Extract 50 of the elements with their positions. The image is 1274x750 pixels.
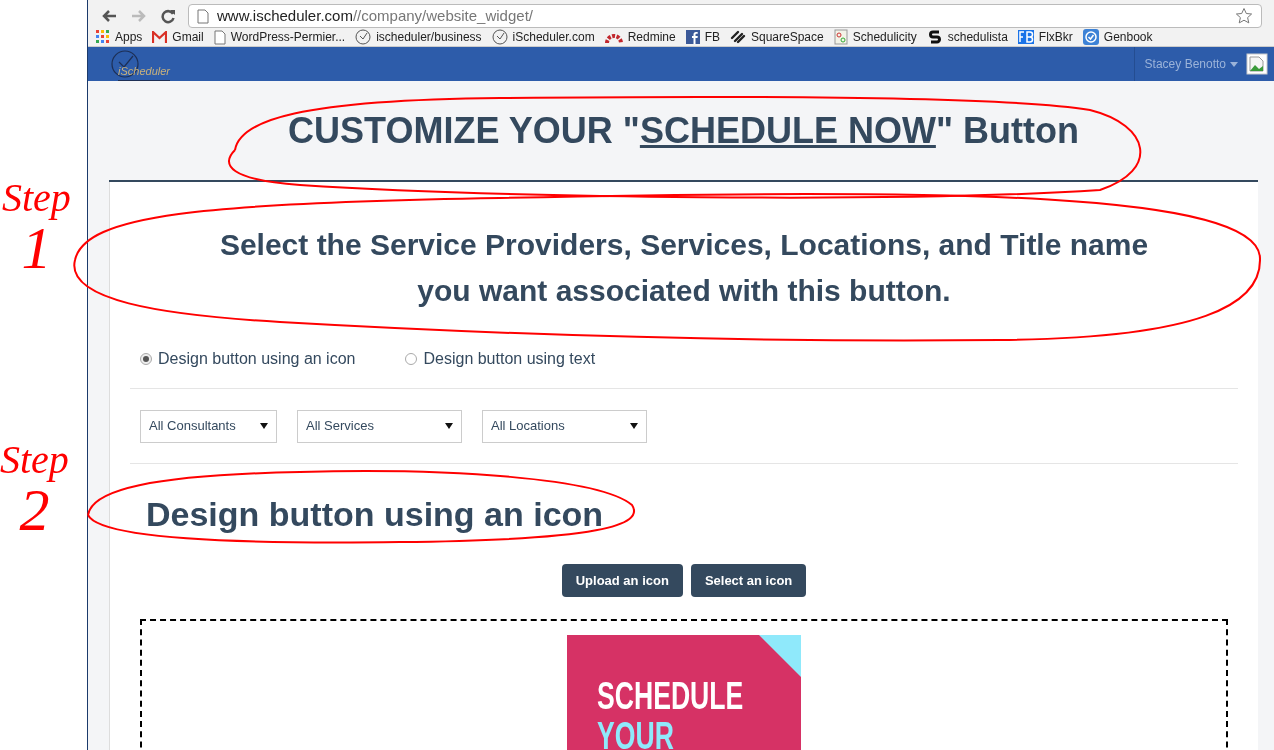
section-heading: Design button using an icon <box>146 494 604 535</box>
back-icon[interactable] <box>100 8 118 24</box>
bookmark-link[interactable]: Apps <box>96 28 143 46</box>
bookmark-link[interactable]: Genbook <box>1082 28 1153 46</box>
bookmark-link[interactable]: ischeduler/business <box>355 28 482 46</box>
apps-grid-icon <box>96 30 110 44</box>
dropdown-arrow-icon <box>260 423 268 429</box>
broken-image-icon <box>1246 53 1268 75</box>
clock-icon <box>491 29 508 45</box>
check-icon <box>1082 29 1099 45</box>
star-icon[interactable] <box>1235 7 1253 25</box>
schedule-now-link[interactable]: SCHEDULE NOW <box>639 109 936 151</box>
bookmark-link[interactable]: Redmine <box>604 28 676 46</box>
page-icon <box>197 8 209 24</box>
bookmark-link[interactable]: WordPress-Permier... <box>213 28 346 46</box>
bookmark-link[interactable]: schedulista <box>926 28 1008 46</box>
letters-fb-icon <box>1017 30 1034 44</box>
letter-s-icon <box>926 29 943 45</box>
radio-option[interactable]: Design button using an icon <box>140 346 356 371</box>
dropdown-arrow-icon <box>445 423 453 429</box>
filter-dropdown[interactable]: All Services <box>297 409 462 443</box>
handwritten-note: Step <box>0 440 69 480</box>
filter-dropdown[interactable]: All Locations <box>482 409 647 443</box>
caret-icon <box>1230 61 1238 67</box>
bookmark-link[interactable]: SquareSpace <box>730 28 824 46</box>
handwritten-note: Step <box>2 178 71 218</box>
reload-icon[interactable] <box>160 8 176 24</box>
step-heading: Select the Service Providers, Services, Locations, and Title name you want associated with this button. <box>218 227 1150 309</box>
page-icon <box>213 29 226 45</box>
bookmark-link[interactable]: Gmail <box>152 28 204 46</box>
radio-button[interactable] <box>405 352 418 365</box>
bookmark-link[interactable]: Schedulicity <box>833 28 917 46</box>
radio-button[interactable] <box>140 352 152 365</box>
arc-icon <box>604 31 623 43</box>
schedule-graphic: SCHEDULE YOUR <box>567 635 801 750</box>
address-text: www.ischeduler.com//company/website_widget/ <box>217 5 534 26</box>
bookmark-link[interactable]: iScheduler.com <box>491 28 595 46</box>
dropdown-arrow-icon <box>630 423 638 429</box>
bookmark-link[interactable]: FB <box>685 28 720 46</box>
filter-dropdown[interactable]: All Consultants <box>140 409 277 443</box>
page-title: CUSTOMIZE YOUR "SCHEDULE NOW" Button <box>288 108 1079 153</box>
action-button[interactable]: Select an icon <box>690 564 807 597</box>
letter-f-icon <box>685 30 700 44</box>
action-button[interactable]: Upload an icon <box>561 564 683 597</box>
clock-icon <box>355 29 372 45</box>
stripes-icon <box>730 30 746 44</box>
letter-m-icon <box>152 31 168 43</box>
bookmark-link[interactable]: FlxBkr <box>1017 28 1073 46</box>
radio-option[interactable]: Design button using text <box>405 346 596 371</box>
address-bar[interactable]: www.ischeduler.com//company/website_widget/ <box>188 4 1262 28</box>
